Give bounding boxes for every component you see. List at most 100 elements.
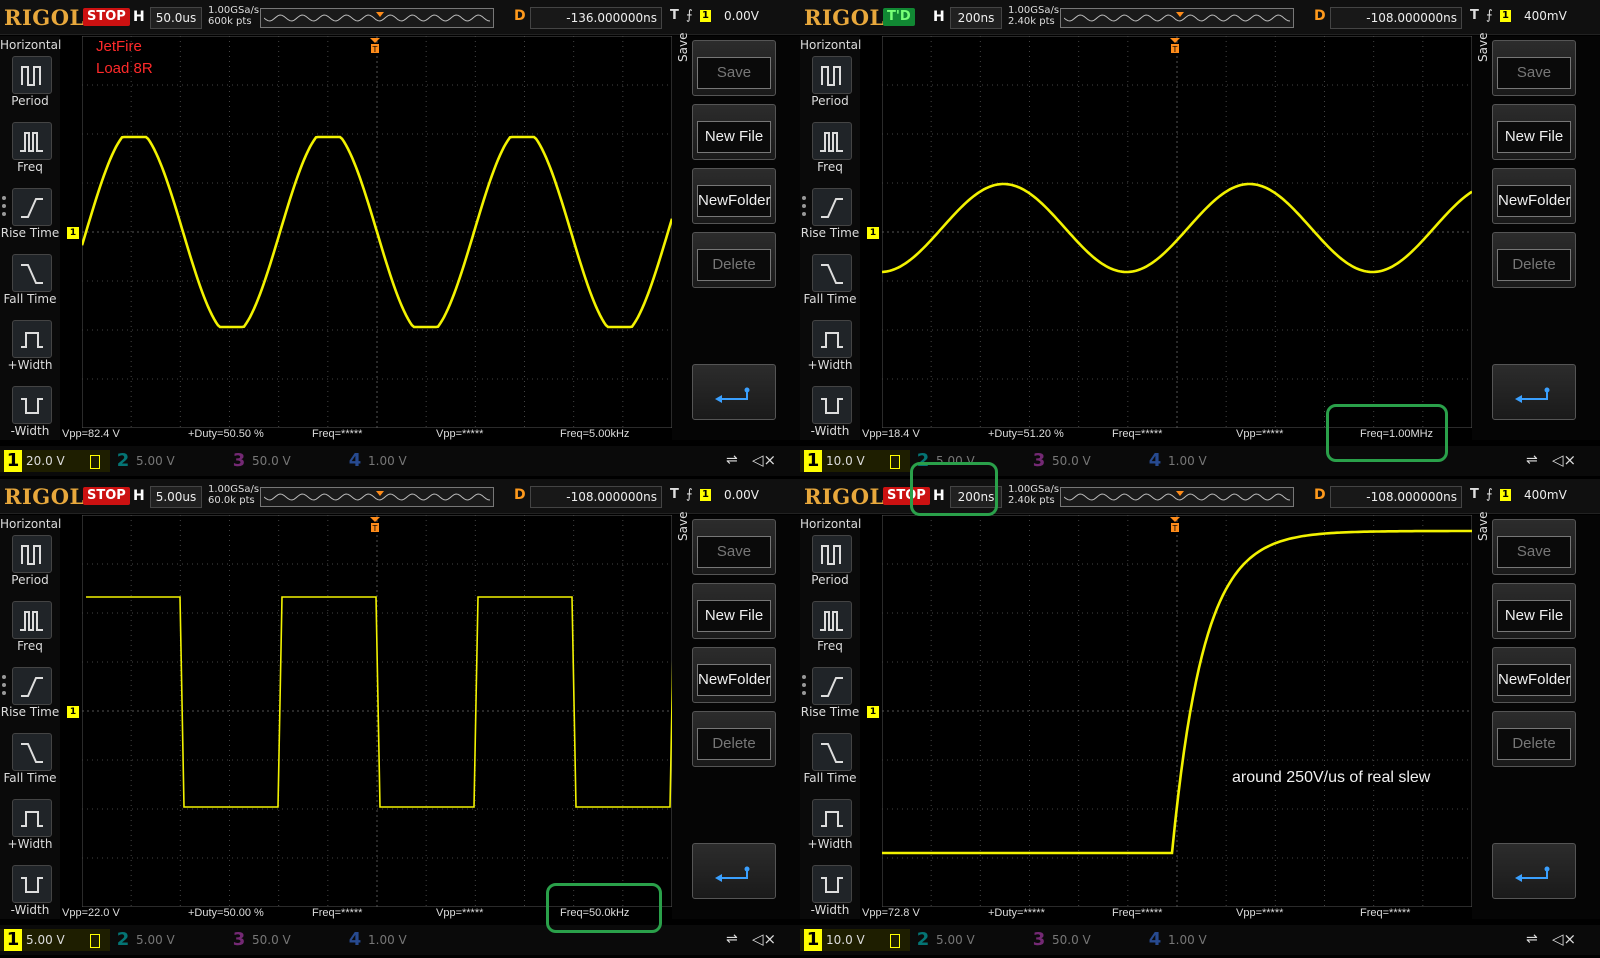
ch1-offset-marker[interactable]: 1 — [67, 227, 79, 239]
run-status-button[interactable]: STOP — [83, 8, 130, 26]
measure-item-freq[interactable]: Freq — [6, 601, 58, 663]
softkey-save[interactable]: Save — [1492, 519, 1576, 575]
channel-number: 1 — [804, 929, 822, 951]
ch1-offset-marker[interactable]: 1 — [67, 706, 79, 718]
channel-2-badge[interactable]: 2 5.00 V — [110, 450, 220, 472]
horizontal-delay-value[interactable]: -108.000000ns — [530, 486, 662, 508]
measure-item-fall-time[interactable]: Fall Time — [3, 254, 58, 316]
measure-item-width[interactable]: +Width — [6, 799, 58, 861]
speaker-mute-icon[interactable]: ◁× — [752, 930, 776, 948]
softkey-delete[interactable]: Delete — [692, 232, 776, 288]
softkey-newfolder[interactable]: NewFolder — [1492, 168, 1576, 224]
measure-item-freq[interactable]: Freq — [806, 601, 858, 663]
memory-position-bar[interactable] — [260, 8, 494, 28]
measure-item-period[interactable]: Period — [6, 535, 58, 597]
channel-2-badge[interactable]: 2 5.00 V — [910, 929, 1020, 951]
channel-4-badge[interactable]: 4 1.00 V — [1142, 929, 1252, 951]
memory-position-bar[interactable] — [260, 487, 494, 507]
channel-4-badge[interactable]: 4 1.00 V — [1142, 450, 1252, 472]
speaker-mute-icon[interactable]: ◁× — [1552, 451, 1576, 469]
side-menu-title: Horizontal — [800, 38, 862, 52]
softkey-newfolder[interactable]: NewFolder — [692, 647, 776, 703]
waveform-display[interactable] — [881, 35, 1473, 429]
return-button[interactable] — [1492, 843, 1576, 899]
channel-1-badge[interactable]: 1 20.0 V — [0, 450, 110, 472]
ch1-offset-marker[interactable]: 1 — [867, 227, 879, 239]
softkey-delete[interactable]: Delete — [692, 711, 776, 767]
channel-3-badge[interactable]: 3 50.0 V — [226, 929, 336, 951]
channel-4-badge[interactable]: 4 1.00 V — [342, 929, 452, 951]
measure-item-rise-time[interactable]: Rise Time — [1, 188, 59, 250]
channel-1-badge[interactable]: 1 5.00 V — [0, 929, 110, 951]
measure-item-fall-time[interactable]: Fall Time — [803, 254, 858, 316]
svg-text:T: T — [1172, 524, 1178, 533]
speaker-mute-icon[interactable]: ◁× — [1552, 930, 1576, 948]
measure-item-period[interactable]: Period — [6, 56, 58, 118]
softkey-new-file[interactable]: New File — [692, 583, 776, 639]
measurement-value: Freq=***** — [1112, 428, 1163, 440]
waveform-display[interactable] — [80, 35, 674, 429]
waveform-display[interactable] — [81, 514, 675, 908]
trigger-level-value[interactable]: 400mV — [1524, 488, 1567, 502]
channel-3-badge[interactable]: 3 50.0 V — [1026, 929, 1136, 951]
side-menu-title: Horizontal — [800, 517, 862, 531]
channel-number: 2 — [916, 929, 930, 950]
return-button[interactable] — [692, 364, 776, 420]
horizontal-delay-value[interactable]: -108.000000ns — [1330, 7, 1462, 29]
measure-item-period[interactable]: Period — [806, 56, 858, 118]
svg-text:T: T — [372, 524, 378, 533]
softkey-new-file[interactable]: New File — [1492, 583, 1576, 639]
softkey-newfolder[interactable]: NewFolder — [1492, 647, 1576, 703]
timebase-value[interactable]: 50.0us — [150, 7, 202, 29]
measure-item-rise-time[interactable]: Rise Time — [1, 667, 59, 729]
measure-5-icon — [12, 865, 52, 903]
trigger-level-value[interactable]: 400mV — [1524, 9, 1567, 23]
channel-status-bar: ⇌ ◁× 1 10.0 V 2 5.00 V 3 50.0 V 4 1.00 V — [800, 925, 1600, 955]
softkey-save[interactable]: Save — [1492, 40, 1576, 96]
run-status-button[interactable]: T'D — [883, 8, 915, 26]
return-button[interactable] — [692, 843, 776, 899]
channel-3-badge[interactable]: 3 50.0 V — [1026, 450, 1136, 472]
horizontal-delay-value[interactable]: -136.000000ns — [530, 7, 662, 29]
speaker-mute-icon[interactable]: ◁× — [752, 451, 776, 469]
softkey-save[interactable]: Save — [692, 519, 776, 575]
measurement-value: Vpp=82.4 V — [62, 428, 120, 440]
measure-item-freq[interactable]: Freq — [806, 122, 858, 184]
measure-item-width[interactable]: +Width — [6, 320, 58, 382]
measure-item-rise-time[interactable]: Rise Time — [801, 667, 859, 729]
timebase-value[interactable]: 5.00us — [150, 486, 202, 508]
measure-item-period[interactable]: Period — [806, 535, 858, 597]
measure-item-fall-time[interactable]: Fall Time — [3, 733, 58, 795]
channel-1-badge[interactable]: 1 10.0 V — [800, 450, 910, 472]
timebase-value[interactable]: 200ns — [950, 7, 1002, 29]
waveform-display[interactable] — [881, 514, 1473, 908]
trigger-level-value[interactable]: 0.00V — [724, 9, 759, 23]
softkey-new-file[interactable]: New File — [1492, 104, 1576, 160]
measure-item-label: Fall Time — [3, 292, 57, 306]
measure-item-rise-time[interactable]: Rise Time — [801, 188, 859, 250]
measure-item-label: Freq — [817, 639, 843, 653]
run-status-button[interactable]: STOP — [83, 487, 130, 505]
memory-depth: 2.40k pts — [1008, 495, 1055, 506]
horizontal-delay-value[interactable]: -108.000000ns — [1330, 486, 1462, 508]
channel-3-badge[interactable]: 3 50.0 V — [226, 450, 336, 472]
measure-item-fall-time[interactable]: Fall Time — [803, 733, 858, 795]
ch1-offset-marker[interactable]: 1 — [867, 706, 879, 718]
softkey-save[interactable]: Save — [692, 40, 776, 96]
measure-item-freq[interactable]: Freq — [6, 122, 58, 184]
memory-wave-preview — [264, 491, 490, 501]
measure-item-width[interactable]: +Width — [806, 799, 858, 861]
softkey-delete[interactable]: Delete — [1492, 711, 1576, 767]
trigger-level-value[interactable]: 0.00V — [724, 488, 759, 502]
measure-item-width[interactable]: +Width — [806, 320, 858, 382]
channel-2-badge[interactable]: 2 5.00 V — [110, 929, 220, 951]
memory-position-bar[interactable] — [1060, 487, 1294, 507]
softkey-new-file[interactable]: New File — [692, 104, 776, 160]
channel-1-badge[interactable]: 1 10.0 V — [800, 929, 910, 951]
return-button[interactable] — [1492, 364, 1576, 420]
softkey-delete[interactable]: Delete — [1492, 232, 1576, 288]
channel-number: 1 — [4, 450, 22, 472]
softkey-newfolder[interactable]: NewFolder — [692, 168, 776, 224]
memory-position-bar[interactable] — [1060, 8, 1294, 28]
channel-4-badge[interactable]: 4 1.00 V — [342, 450, 452, 472]
